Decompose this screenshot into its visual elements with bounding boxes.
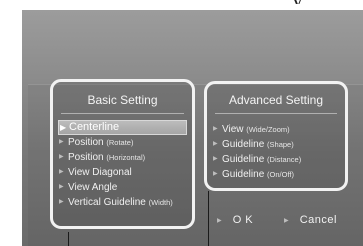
triangle-right-icon: ▶ [59,154,64,160]
menu-item-detail: (Horizontal) [106,153,146,162]
menu-item-detail: (Rotate) [106,138,134,147]
ok-button[interactable]: ▶ O K [217,214,253,226]
triangle-right-icon: ▶ [284,218,290,224]
advanced-setting-divider [215,113,337,114]
triangle-right-icon: ▶ [213,141,218,147]
menu-item-detail: (Distance) [267,155,302,164]
cancel-button-label: Cancel [299,214,337,226]
basic-setting-title: Basic Setting [87,93,158,107]
triangle-right-icon: ▶ [60,123,67,132]
basic-setting-divider [61,113,184,114]
menu-item-label: Position [68,137,104,148]
menu-item-guideline-distance[interactable]: ▶ Guideline (Distance) [212,152,340,167]
advanced-setting-panel: Advanced Setting ▶ View (Wide/Zoom) ▶ Gu… [204,81,348,191]
menu-item-guideline-on-off[interactable]: ▶ Guideline (On/Off) [212,167,340,182]
menu-item-label: View [222,124,244,135]
figure: y Basic Setting ▶ Centerline ▶ Position … [0,0,363,246]
triangle-right-icon: ▶ [213,171,218,177]
menu-item-detail: (On/Off) [267,170,294,179]
triangle-right-icon: ▶ [213,156,218,162]
header-fragment: y [292,0,312,4]
menu-item-label: Position [68,152,104,163]
triangle-right-icon: ▶ [213,126,218,132]
menu-item-label: View Diagonal [68,167,132,178]
menu-item-detail: (Shape) [267,140,294,149]
cancel-button[interactable]: ▶ Cancel [284,214,337,226]
menu-item-view-angle[interactable]: ▶ View Angle [58,180,187,195]
menu-item-label: Vertical Guideline [68,197,146,208]
callout-line-basic [68,232,69,246]
menu-item-view-diagonal[interactable]: ▶ View Diagonal [58,165,187,180]
menu-item-position-rotate[interactable]: ▶ Position (Rotate) [58,135,187,150]
menu-item-guideline-shape[interactable]: ▶ Guideline (Shape) [212,137,340,152]
ok-button-label: O K [232,214,254,226]
triangle-right-icon: ▶ [59,139,64,145]
menu-item-detail: (Wide/Zoom) [246,125,290,134]
menu-item-vertical-guideline[interactable]: ▶ Vertical Guideline (Width) [58,195,187,210]
advanced-setting-title: Advanced Setting [228,93,324,107]
menu-item-label: View Angle [68,182,118,193]
menu-item-detail: (Width) [148,198,173,207]
menu-item-centerline[interactable]: ▶ Centerline [58,120,187,135]
triangle-right-icon: ▶ [59,169,64,175]
menu-item-view-wide-zoom[interactable]: ▶ View (Wide/Zoom) [212,122,340,137]
triangle-right-icon: ▶ [217,218,223,224]
basic-setting-menu: ▶ Centerline ▶ Position (Rotate) ▶ Posit… [58,120,187,210]
advanced-setting-menu: ▶ View (Wide/Zoom) ▶ Guideline (Shape) ▶… [212,122,340,182]
menu-item-label: Guideline [222,139,265,150]
menu-item-label: Guideline [222,154,265,165]
basic-setting-panel: Basic Setting ▶ Centerline ▶ Position (R… [50,79,195,229]
triangle-right-icon: ▶ [59,199,64,205]
menu-item-label: Guideline [222,169,265,180]
triangle-right-icon: ▶ [59,184,64,190]
menu-item-label: Centerline [69,121,120,133]
callout-line-advanced [208,191,209,246]
menu-item-position-horizontal[interactable]: ▶ Position (Horizontal) [58,150,187,165]
